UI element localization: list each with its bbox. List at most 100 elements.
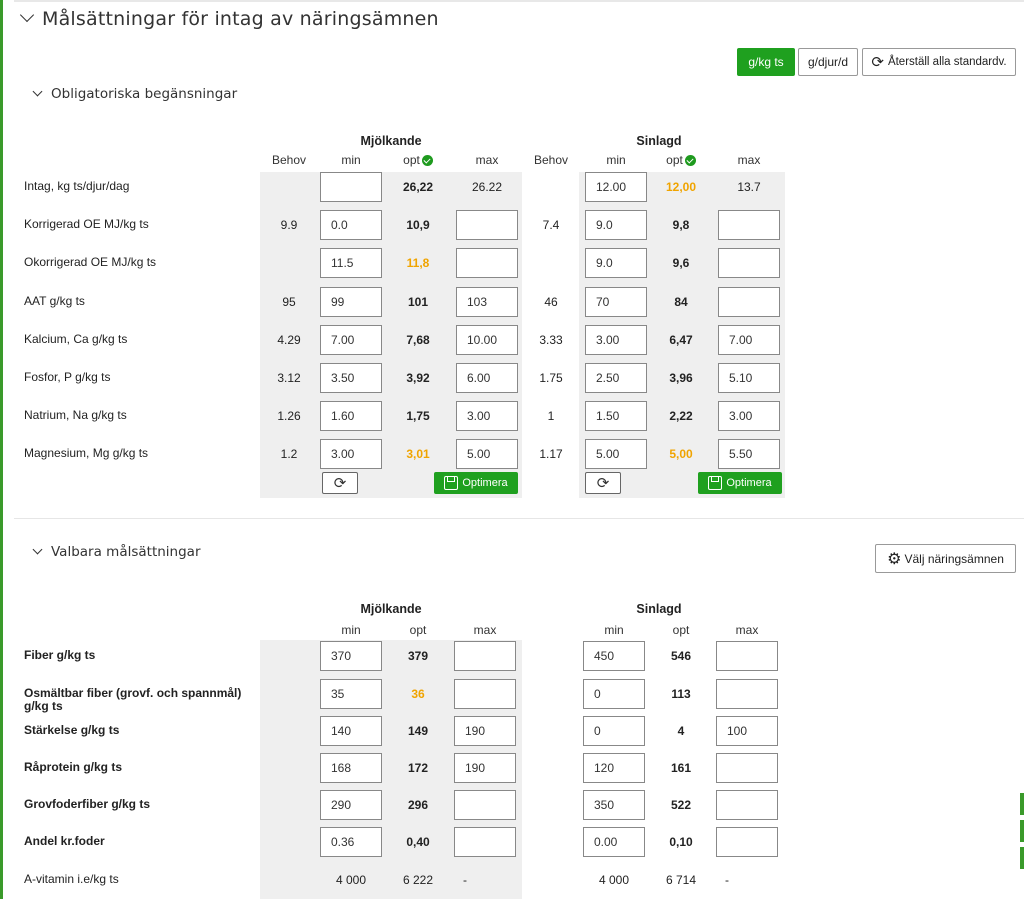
min-input[interactable]: 3.00: [585, 324, 647, 355]
row-label: Stärkelse g/kg ts: [24, 723, 120, 737]
max-input[interactable]: [718, 210, 780, 241]
opt-value: 0,10: [669, 835, 693, 849]
min-input[interactable]: 0.36: [320, 827, 382, 857]
min-input[interactable]: 99: [320, 286, 382, 317]
min-input[interactable]: 120: [583, 753, 645, 783]
min-input[interactable]: 370: [320, 641, 382, 671]
col-header-behov: Behov: [258, 153, 320, 167]
opt-value: 11,8: [406, 256, 430, 271]
choose-nutrients-button[interactable]: ⚙ Välj näringsämnen: [875, 544, 1016, 573]
max-input[interactable]: [716, 679, 778, 709]
max-input[interactable]: 190: [454, 753, 516, 783]
min-input[interactable]: 9.0: [585, 248, 647, 279]
reset-all-button[interactable]: ⟳ Återställ alla standardv.: [862, 48, 1016, 76]
side-marker: [1020, 847, 1024, 869]
col-header-label: Behov: [271, 153, 307, 167]
min-input[interactable]: 11.5: [320, 248, 382, 279]
max-input[interactable]: [454, 790, 516, 820]
reset-group-button[interactable]: ⟳: [322, 472, 358, 494]
behov-value: 1: [547, 409, 555, 424]
row-label: Grovfoderfiber g/kg ts: [24, 797, 151, 811]
max-input[interactable]: [716, 790, 778, 820]
min-input[interactable]: 1.60: [320, 401, 382, 432]
max-input[interactable]: [454, 641, 516, 671]
optional-header[interactable]: Valbara målsättningar: [32, 544, 201, 560]
max-input[interactable]: [456, 248, 518, 279]
max-input[interactable]: 10.00: [456, 324, 518, 355]
optimize-button[interactable]: Optimera: [434, 472, 518, 494]
max-input[interactable]: [718, 286, 780, 317]
min-input[interactable]: 1.50: [585, 401, 647, 432]
col-header-label: min: [341, 153, 361, 167]
max-input[interactable]: 3.00: [718, 401, 780, 432]
min-input[interactable]: 7.00: [320, 324, 382, 355]
min-input[interactable]: 3.00: [320, 439, 382, 470]
col-header-max: max: [718, 153, 780, 167]
max-input[interactable]: 190: [454, 716, 516, 746]
min-input[interactable]: 0: [583, 679, 645, 709]
max-input[interactable]: [716, 827, 778, 857]
chevron-down-icon: [19, 7, 35, 23]
reset-group-button[interactable]: ⟳: [585, 472, 621, 494]
max-input[interactable]: 7.00: [718, 324, 780, 355]
mandatory-header[interactable]: Obligatoriska begänsningar: [32, 86, 237, 102]
min-input[interactable]: 2.50: [585, 363, 647, 393]
min-input[interactable]: 290: [320, 790, 382, 820]
min-input[interactable]: 350: [583, 790, 645, 820]
opt-value: 161: [670, 761, 692, 775]
min-input[interactable]: 5.00: [585, 439, 647, 470]
max-input[interactable]: [718, 248, 780, 279]
min-input[interactable]: 9.0: [585, 210, 647, 241]
reset-all-label: Återställ alla standardv.: [887, 56, 1007, 68]
unit-gkgts-button[interactable]: g/kg ts: [737, 48, 795, 76]
section-header[interactable]: Målsättningar för intag av näringsämnen: [19, 7, 439, 30]
opt-value: 9,8: [672, 218, 690, 233]
min-input[interactable]: 35: [320, 679, 382, 709]
optimize-button[interactable]: Optimera: [698, 472, 782, 494]
group-header-sinlagd: Sinlagd: [636, 134, 682, 148]
max-input[interactable]: [454, 827, 516, 857]
save-icon: [444, 476, 459, 490]
min-input[interactable]: 168: [320, 753, 382, 783]
opt-value: 296: [407, 798, 429, 812]
opt-value: 2,22: [669, 409, 693, 424]
row-label: Fiber g/kg ts: [24, 648, 96, 662]
min-input[interactable]: 0.0: [320, 210, 382, 241]
min-input[interactable]: 450: [583, 641, 645, 671]
gear-icon: ⚙: [887, 550, 902, 568]
max-value: 13.7: [737, 180, 761, 194]
max-input[interactable]: [454, 679, 516, 709]
behov-value: 1.2: [280, 447, 298, 462]
min-input[interactable]: [320, 172, 382, 202]
max-input[interactable]: 5.10: [718, 363, 780, 393]
col-header-label: max: [475, 153, 499, 167]
max-input[interactable]: [456, 210, 518, 241]
behov-value: 3.33: [539, 332, 563, 347]
max-input[interactable]: 5.00: [456, 439, 518, 470]
min-input[interactable]: 0: [583, 716, 645, 746]
max-input[interactable]: 3.00: [456, 401, 518, 432]
max-input[interactable]: 100: [716, 716, 778, 746]
unit-gdjur-button[interactable]: g/djur/d: [798, 48, 858, 76]
min-input[interactable]: 140: [320, 716, 382, 746]
max-value: -: [463, 873, 467, 887]
min-input[interactable]: 70: [585, 286, 647, 317]
min-input[interactable]: 12.00: [585, 172, 647, 202]
group-header-sinlagd: Sinlagd: [636, 602, 682, 616]
min-input[interactable]: 3.50: [320, 363, 382, 393]
opt-value: 172: [407, 761, 429, 775]
col-header-opt: opt: [409, 623, 427, 637]
opt-value: 113: [671, 687, 691, 701]
max-input[interactable]: 103: [456, 286, 518, 317]
behov-value: 7.4: [542, 218, 560, 233]
opt-value: 4: [677, 724, 685, 738]
opt-value: 3,92: [406, 371, 430, 385]
max-input[interactable]: [716, 641, 778, 671]
min-input[interactable]: 0.00: [583, 827, 645, 857]
opt-value: 149: [407, 724, 429, 738]
max-input[interactable]: 5.50: [718, 439, 780, 470]
opt-value: 26,22: [402, 180, 434, 194]
behov-value: 9.9: [280, 218, 298, 233]
max-input[interactable]: 6.00: [456, 363, 518, 393]
max-input[interactable]: [716, 753, 778, 783]
